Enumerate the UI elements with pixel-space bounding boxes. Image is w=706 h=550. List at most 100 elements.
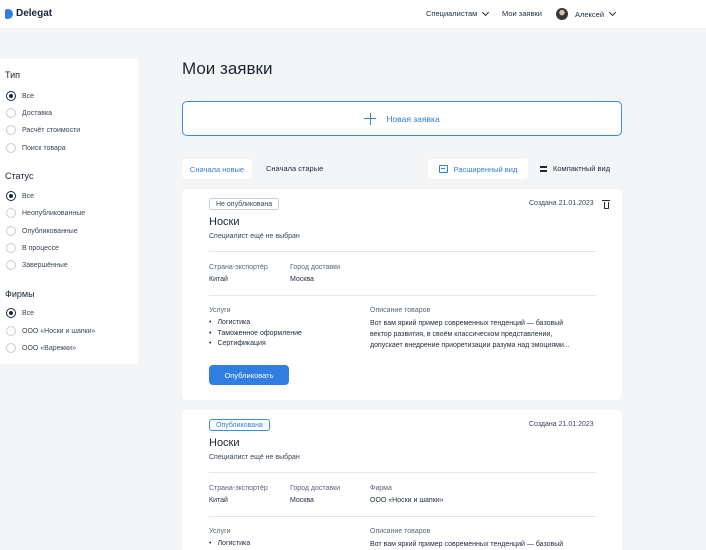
description-line: Вот вам яркий пример современных тенденц… <box>370 541 564 548</box>
view-compact-label: Компактный вид <box>553 164 611 173</box>
option-label: Поиск товара <box>22 144 66 152</box>
view-extended-toggle[interactable]: Расширенный вид <box>428 159 528 179</box>
radio-selected[interactable] <box>6 191 16 201</box>
request-card[interactable]: Не опубликована Создана 21.01.2023 Носки… <box>182 189 622 400</box>
option-label: Все <box>22 192 35 200</box>
export-country-label: Страна-экспортёр <box>209 485 268 492</box>
request-card[interactable]: Опубликована Создана 21.01.2023 Носки Сп… <box>182 410 622 550</box>
option-label: Все <box>22 92 35 100</box>
logo-icon <box>5 8 13 19</box>
radio[interactable] <box>6 260 16 270</box>
radio[interactable] <box>6 108 16 118</box>
filter-firm-option[interactable]: ООО «Носки и шапки» <box>6 326 96 336</box>
filter-type-option[interactable]: Поиск товара <box>6 143 66 153</box>
new-request-button[interactable]: Новая заявка <box>182 101 622 136</box>
created-date: Создана 21.01.2023 <box>529 421 594 428</box>
goods-description: Вот вам яркий пример современных тенденц… <box>370 318 592 351</box>
delivery-city-value: Москва <box>290 497 314 504</box>
trash-icon[interactable] <box>602 199 610 209</box>
radio[interactable] <box>6 326 16 336</box>
plus-icon <box>364 112 377 125</box>
extended-view-icon <box>438 165 448 173</box>
view-compact-toggle[interactable]: Компактный вид <box>540 164 610 173</box>
nav-specialists[interactable]: Специалистам <box>426 8 490 18</box>
filter-status-option[interactable]: Завершённые <box>6 260 68 270</box>
page-title: Мои заявки <box>182 59 273 78</box>
avatar <box>556 8 568 20</box>
radio[interactable] <box>6 243 16 253</box>
chevron-down-icon <box>608 8 617 17</box>
nav-my-requests-label: Мои заявки <box>502 9 542 18</box>
filter-sidebar: Тип Все Доставка Расчёт стоимости Поиск … <box>0 59 139 364</box>
filter-status-option[interactable]: Опубликованные <box>6 226 78 236</box>
option-label: Все <box>22 309 35 317</box>
radio-selected[interactable] <box>6 308 16 318</box>
filter-status-option[interactable]: Неопубликованные <box>6 208 85 218</box>
option-label: ООО «Носки и шапки» <box>22 327 96 335</box>
divider <box>209 516 596 517</box>
radio[interactable] <box>6 343 16 353</box>
brand-name: Delegat <box>16 8 53 19</box>
divider <box>209 295 596 296</box>
filter-firm-option[interactable]: Все <box>6 308 34 318</box>
description-line: вектор развития, в своём классическом пр… <box>370 331 553 338</box>
publish-button[interactable]: Опубликовать <box>209 365 289 385</box>
user-menu[interactable]: Алексей <box>556 8 617 20</box>
option-label: Опубликованные <box>22 227 78 235</box>
services-list: Логистика <box>209 539 250 550</box>
sort-oldest-tab[interactable]: Сначала старые <box>266 164 323 173</box>
status-badge: Не опубликована <box>209 198 280 210</box>
view-extended-label: Расширенный вид <box>453 164 518 174</box>
option-label: В процессе <box>22 244 59 252</box>
firm-label: Фирма <box>370 485 392 492</box>
radio[interactable] <box>6 125 16 135</box>
list-item: Сертификация <box>209 339 302 350</box>
delivery-city-label: Город доставки <box>290 485 341 492</box>
export-country-value: Китай <box>209 497 228 504</box>
sort-newest-tab[interactable]: Сначала новые <box>182 159 252 179</box>
brand-logo[interactable]: Delegat <box>5 8 52 19</box>
description-label: Описание товаров <box>370 307 431 314</box>
nav-specialists-label: Специалистам <box>426 9 478 18</box>
option-label: Неопубликованные <box>22 209 86 217</box>
filter-firms-title: Фирмы <box>5 289 35 299</box>
radio[interactable] <box>6 208 16 218</box>
option-label: Расчёт стоимости <box>22 126 81 134</box>
delivery-city-label: Город доставки <box>290 264 341 271</box>
services-label: Услуги <box>209 307 231 314</box>
export-country-value: Китай <box>209 276 228 283</box>
specialist-status: Специалист ещё не выбран <box>209 454 300 461</box>
filter-type-option[interactable]: Доставка <box>6 108 52 118</box>
filter-type-option[interactable]: Все <box>6 91 34 101</box>
list-item: Таможенное оформление <box>209 329 301 340</box>
chevron-down-icon <box>482 8 490 16</box>
delivery-city-value: Москва <box>290 276 314 283</box>
top-header: Delegat Специалистам Мои заявки Алексей <box>0 0 706 29</box>
filter-type-option[interactable]: Расчёт стоимости <box>6 125 80 135</box>
divider <box>209 251 596 252</box>
export-country-label: Страна-экспортёр <box>209 264 268 271</box>
services-list: Логистика Таможенное оформление Сертифик… <box>209 318 302 350</box>
description-line: допускает внедрение приоретизации разума… <box>370 342 570 349</box>
firm-value: ООО «Носки и шапки» <box>370 497 444 504</box>
divider <box>209 472 596 473</box>
radio[interactable] <box>6 143 16 153</box>
radio-selected[interactable] <box>6 91 16 101</box>
card-title: Носки <box>209 437 240 449</box>
filter-type-title: Тип <box>5 70 21 80</box>
nav-my-requests[interactable]: Мои заявки <box>502 9 542 18</box>
option-label: Доставка <box>22 109 53 117</box>
radio[interactable] <box>6 226 16 236</box>
filter-firm-option[interactable]: ООО «Варежки» <box>6 343 76 353</box>
services-label: Услуги <box>209 528 231 535</box>
option-label: ООО «Варежки» <box>22 344 76 352</box>
option-label: Завершённые <box>22 261 68 269</box>
goods-description: Вот вам яркий пример современных тенденц… <box>370 539 592 550</box>
new-request-label: Новая заявка <box>386 113 440 124</box>
user-name: Алексей <box>575 9 605 19</box>
created-date: Создана 21.01.2023 <box>529 200 594 207</box>
filter-status-option[interactable]: В процессе <box>6 243 59 253</box>
filter-status-title: Статус <box>5 171 34 181</box>
list-item: Логистика <box>209 539 250 550</box>
filter-status-option[interactable]: Все <box>6 191 34 201</box>
